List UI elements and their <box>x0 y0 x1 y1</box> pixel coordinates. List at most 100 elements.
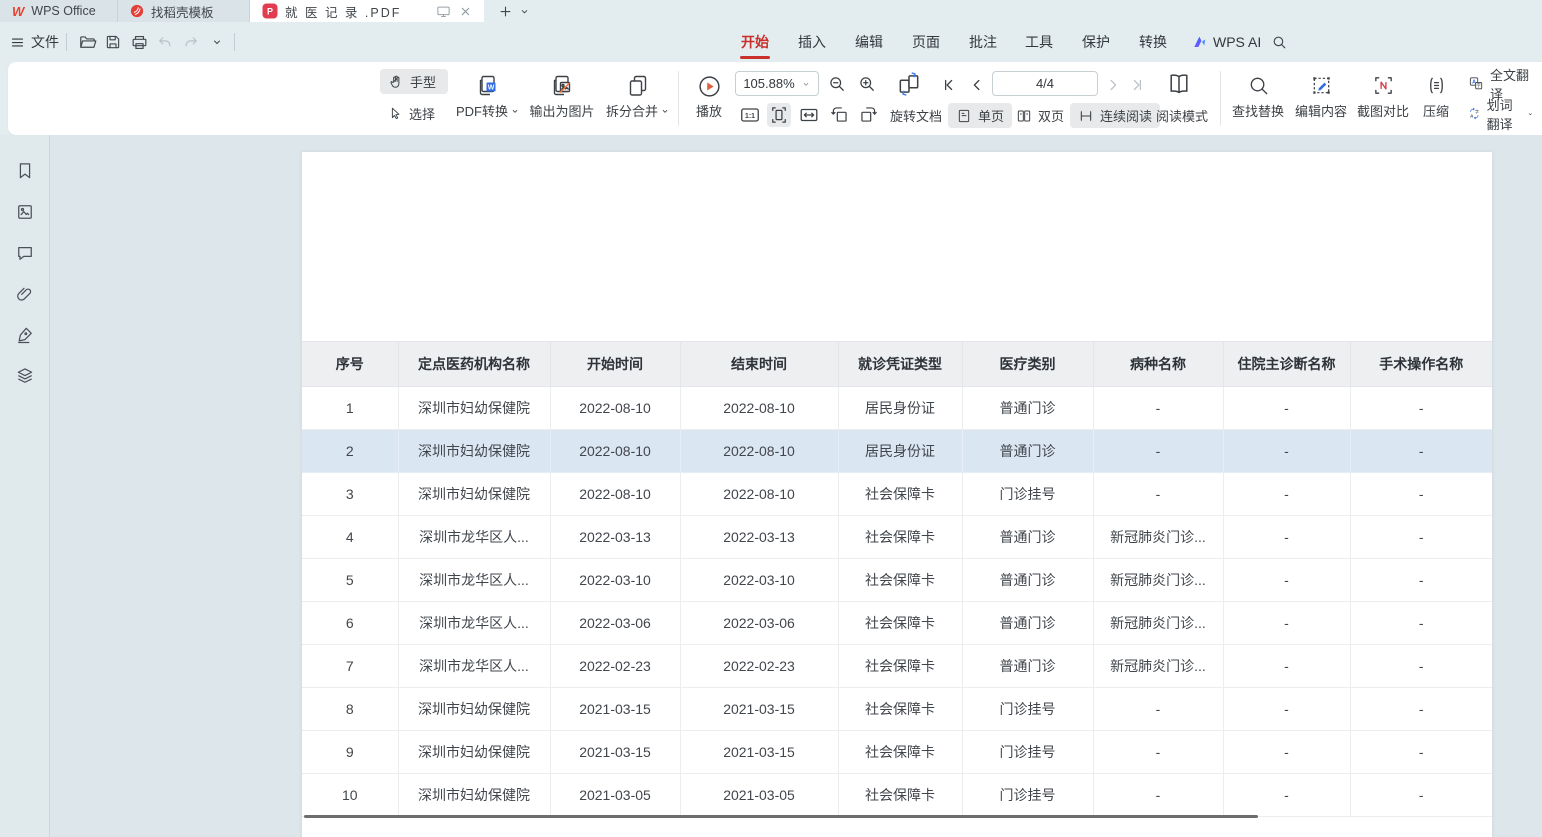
file-menu-button[interactable]: 文件 <box>10 22 59 62</box>
layers-icon[interactable] <box>15 366 35 386</box>
edit-content-label: 编辑内容 <box>1295 101 1347 120</box>
table-cell: - <box>1350 430 1492 473</box>
comment-icon[interactable] <box>15 243 35 263</box>
find-replace-icon <box>1247 74 1270 97</box>
thumbnails-icon[interactable] <box>15 202 35 222</box>
word-translation-button[interactable]: A字 划词翻译 <box>1460 101 1542 126</box>
medical-records-table: 序号定点医药机构名称开始时间结束时间就诊凭证类型医疗类别病种名称住院主诊断名称手… <box>302 341 1492 817</box>
table-row: 9深圳市妇幼保健院2021-03-152021-03-15社会保障卡门诊挂号--… <box>302 731 1492 774</box>
chevron-down-icon <box>510 106 520 116</box>
previous-page-button[interactable] <box>968 76 986 94</box>
single-page-button[interactable]: 单页 <box>948 103 1012 128</box>
table-row: 4深圳市龙华区人...2022-03-132022-03-13社会保障卡普通门诊… <box>302 516 1492 559</box>
menu-tab-home[interactable]: 开始 <box>736 22 774 62</box>
full-translation-button[interactable]: A字 全文翻译 <box>1460 71 1542 96</box>
continuous-read-button[interactable]: 连续阅读 <box>1070 103 1160 128</box>
menu-tab-tools[interactable]: 工具 <box>1020 22 1058 62</box>
menu-tab-page[interactable]: 页面 <box>907 22 945 62</box>
export-image-button[interactable]: 输出为图片 <box>524 68 600 128</box>
page-number-input[interactable]: 4/4 <box>992 71 1098 96</box>
rotate-doc-button-icon[interactable] <box>896 71 922 97</box>
next-page-button[interactable] <box>1104 76 1122 94</box>
one-to-one-icon: 1:1 <box>739 104 761 126</box>
horizontal-scrollbar-thumb[interactable] <box>304 815 1258 818</box>
table-cell: 深圳市龙华区人... <box>398 602 550 645</box>
tab-docer-templates[interactable]: 找稻壳模板 <box>118 0 250 22</box>
menu-tab-edit[interactable]: 编辑 <box>850 22 888 62</box>
menu-tab-protect[interactable]: 保护 <box>1077 22 1115 62</box>
hand-tool-button[interactable]: 手型 <box>380 69 448 94</box>
pdf-convert-button[interactable]: W PDF转换 <box>452 68 524 128</box>
compress-button[interactable]: 压缩 <box>1414 68 1458 128</box>
read-mode-button-icon[interactable] <box>1166 71 1192 97</box>
wps-ai-logo-icon <box>1192 34 1208 50</box>
fit-page-button[interactable] <box>767 103 791 127</box>
screenshot-compare-button[interactable]: 截图对比 <box>1352 68 1414 128</box>
first-page-button[interactable] <box>940 76 958 94</box>
table-cell: - <box>1223 731 1350 774</box>
table-cell: 普通门诊 <box>962 516 1093 559</box>
annotate-pen-icon[interactable] <box>15 325 35 345</box>
select-tool-button[interactable]: 选择 <box>380 101 448 126</box>
split-merge-button[interactable]: 拆分合并 <box>602 68 674 128</box>
split-merge-label: 拆分合并 <box>606 101 658 120</box>
book-icon <box>1166 71 1192 97</box>
fit-width-button[interactable] <box>798 104 820 126</box>
find-replace-button[interactable]: 查找替换 <box>1226 68 1290 128</box>
rotate-left-button[interactable] <box>829 104 850 125</box>
undo-button[interactable] <box>152 22 178 62</box>
zoom-out-button[interactable] <box>827 74 847 94</box>
table-cell: 2022-02-23 <box>550 645 680 688</box>
bookmark-icon[interactable] <box>15 161 35 181</box>
word-translation-label: 划词翻译 <box>1487 95 1522 133</box>
svg-text:字: 字 <box>1475 108 1479 114</box>
zoom-in-button[interactable] <box>857 74 877 94</box>
new-tab-icon[interactable] <box>498 4 513 19</box>
table-cell: 2022-08-10 <box>550 387 680 430</box>
table-cell: 3 <box>302 473 398 516</box>
svg-text:P: P <box>267 7 273 17</box>
wps-ai-button[interactable]: WPS AI <box>1192 22 1261 62</box>
table-cell: 居民身份证 <box>838 387 962 430</box>
close-tab-icon[interactable] <box>459 5 472 18</box>
wps-ai-label: WPS AI <box>1213 34 1261 50</box>
actual-size-button[interactable]: 1:1 <box>739 104 761 126</box>
zoom-level-combobox[interactable]: 105.88% <box>735 71 819 96</box>
menu-tab-insert[interactable]: 插入 <box>793 22 831 62</box>
play-button[interactable]: 播放 <box>686 68 732 128</box>
attachment-icon[interactable] <box>15 284 35 304</box>
tab-label: 找稻壳模板 <box>151 2 214 21</box>
pdf-convert-label: PDF转换 <box>456 101 508 120</box>
tab-list-chevron-icon[interactable] <box>519 6 530 17</box>
edit-content-button[interactable]: 编辑内容 <box>1290 68 1352 128</box>
table-cell: 社会保障卡 <box>838 688 962 731</box>
print-button[interactable] <box>126 22 152 62</box>
monitor-icon[interactable] <box>436 4 451 19</box>
last-page-button[interactable] <box>1128 76 1146 94</box>
rotate-doc-label[interactable]: 旋转文档 <box>890 106 942 125</box>
table-cell: 普通门诊 <box>962 602 1093 645</box>
table-cell: 深圳市妇幼保健院 <box>398 774 550 817</box>
svg-text:1:1: 1:1 <box>745 113 755 120</box>
menu-tab-convert[interactable]: 转换 <box>1134 22 1172 62</box>
save-button[interactable] <box>100 22 126 62</box>
menu-tab-comment[interactable]: 批注 <box>964 22 1002 62</box>
tab-wps-home[interactable]: W WPS Office <box>0 0 118 22</box>
table-cell: 2022-03-13 <box>550 516 680 559</box>
document-viewport: 序号定点医药机构名称开始时间结束时间就诊凭证类型医疗类别病种名称住院主诊断名称手… <box>0 135 1542 837</box>
pdf-page[interactable]: 序号定点医药机构名称开始时间结束时间就诊凭证类型医疗类别病种名称住院主诊断名称手… <box>302 152 1492 837</box>
table-cell: 社会保障卡 <box>838 473 962 516</box>
menu-search-button[interactable] <box>1266 22 1292 62</box>
table-cell: - <box>1223 688 1350 731</box>
redo-button[interactable] <box>178 22 204 62</box>
tab-document-pdf[interactable]: P 就 医 记 录 .PDF <box>250 0 484 22</box>
table-cell: 2022-03-10 <box>550 559 680 602</box>
table-cell: 2022-08-10 <box>550 473 680 516</box>
open-file-button[interactable] <box>74 22 100 62</box>
read-mode-label[interactable]: 阅读模式 <box>1156 106 1208 125</box>
rotate-right-button[interactable] <box>858 104 879 125</box>
table-cell: 2021-03-05 <box>550 774 680 817</box>
table-cell: 社会保障卡 <box>838 559 962 602</box>
quick-access-chevron-icon[interactable] <box>204 22 230 62</box>
divider <box>678 71 679 126</box>
